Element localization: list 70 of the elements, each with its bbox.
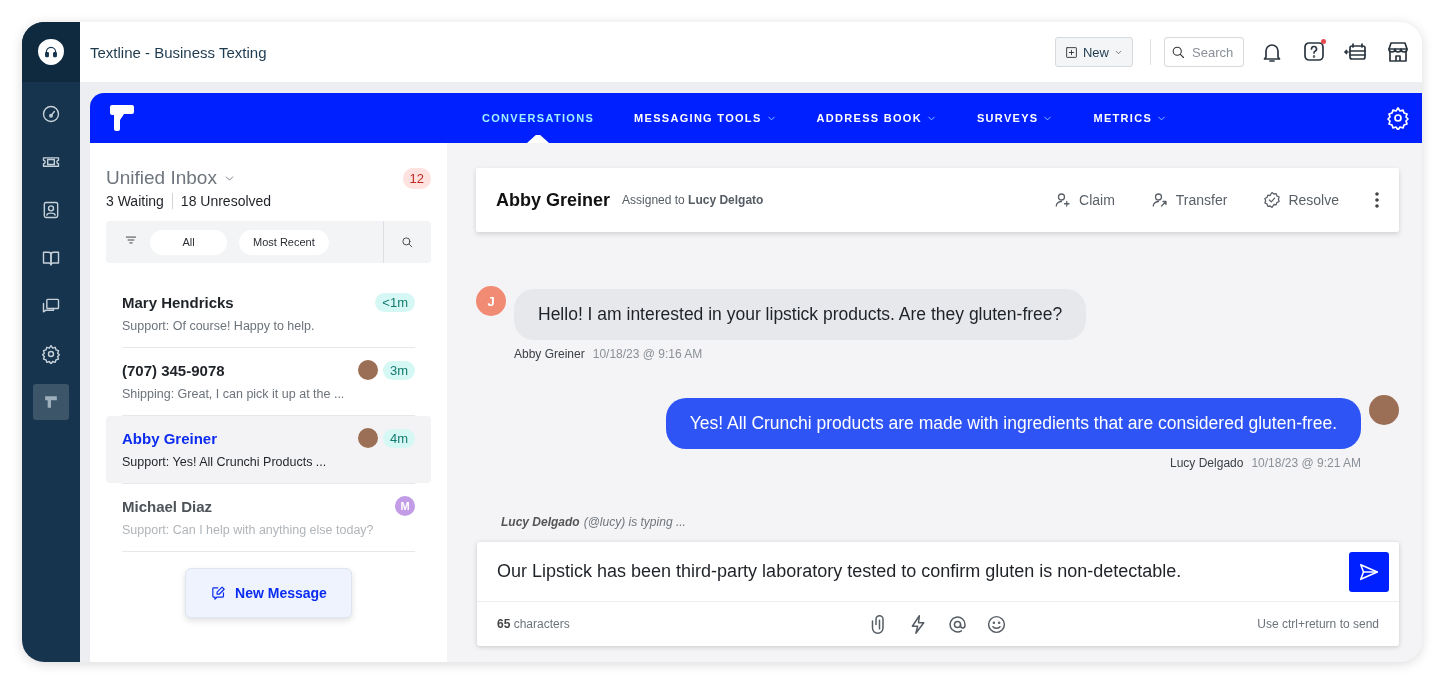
- message-preview: Shipping: Great, I can pick it up at the ...: [122, 387, 346, 401]
- action-button[interactable]: Claim: [1054, 191, 1115, 209]
- t-logo-icon: [110, 105, 134, 131]
- message-time: 10/18/23 @ 9:21 AM: [1251, 456, 1361, 470]
- nav-tab[interactable]: CONVERSATIONS: [482, 93, 595, 143]
- filter-chip[interactable]: All: [150, 229, 227, 255]
- contact-name: Michael Diaz: [122, 497, 214, 515]
- count-badge: 12: [402, 167, 431, 189]
- gauge-icon: [41, 104, 61, 124]
- contact-name: Mary Hendricks: [122, 294, 235, 311]
- storefront-icon[interactable]: [1386, 40, 1410, 64]
- person-plus-icon: [1054, 191, 1072, 209]
- send-button[interactable]: [1349, 551, 1389, 592]
- time-badge: 4m: [382, 428, 415, 448]
- contact-name: Abby Greiner: [496, 189, 611, 211]
- conversation-item[interactable]: Abby Greiner 4m Support: Yes! All Crunchi Products ...: [106, 416, 431, 483]
- action-button[interactable]: Transfer: [1150, 191, 1228, 209]
- smiley-icon[interactable]: [986, 613, 1007, 635]
- message-bubble: Hello! I am interested in your lipstick products. Are they gluten-free?: [514, 289, 1087, 340]
- headset-logo-icon: [38, 39, 64, 65]
- inbox-dropdown[interactable]: Unified Inbox: [106, 167, 236, 189]
- unresolved-count: 18 Unresolved: [180, 193, 272, 209]
- message-bubble: Yes! All Crunchi products are made with ingredients that are considered gluten-free.: [665, 398, 1361, 449]
- waiting-count: 3 Waiting: [106, 193, 164, 209]
- compose-icon: [210, 584, 228, 602]
- avatar-initial: J: [476, 286, 506, 316]
- filter-chip[interactable]: Most Recent: [239, 229, 329, 255]
- window-title: Textline - Business Texting: [90, 43, 268, 61]
- message-preview: Support: Of course! Happy to help.: [122, 319, 316, 333]
- filter-icon[interactable]: [124, 233, 138, 247]
- at-sign-icon[interactable]: [947, 613, 968, 635]
- new-message-button[interactable]: New Message: [185, 568, 352, 618]
- conversation-item[interactable]: Mary Hendricks <1m Support: Of course! Happy to help.: [106, 281, 431, 347]
- contact-name: Abby Greiner: [122, 429, 219, 447]
- more-icon[interactable]: [1375, 192, 1379, 208]
- search-field[interactable]: Search: [1164, 37, 1244, 67]
- action-button[interactable]: Resolve: [1263, 191, 1339, 209]
- plus-square-icon: [1065, 45, 1078, 59]
- person-arrow-icon: [1150, 191, 1169, 209]
- book-icon: [41, 248, 61, 268]
- typing-indicator: Lucy Delgado (@lucy) is typing ...: [501, 515, 687, 529]
- character-count: 65 characters: [497, 617, 570, 631]
- time-badge: <1m: [375, 293, 415, 312]
- check-badge-icon: [1263, 191, 1282, 209]
- settings-icon: [41, 344, 61, 364]
- conversation-item[interactable]: (707) 345-9078 3m Shipping: Great, I can pick it up at the ...: [106, 348, 431, 415]
- search-icon: [1171, 45, 1186, 60]
- time-badge: 3m: [382, 360, 415, 380]
- avatar-photo: [357, 360, 378, 380]
- contact-name: (707) 345-9078: [122, 361, 226, 379]
- settings-icon[interactable]: [1386, 106, 1410, 130]
- sender-name: Abby Greiner: [514, 347, 585, 361]
- nav-tab[interactable]: METRICS: [1093, 93, 1168, 143]
- nav-tab[interactable]: ADDRESS BOOK: [816, 93, 937, 143]
- avatar-initial: M: [395, 496, 415, 516]
- avatar-photo: [1369, 395, 1399, 425]
- message-preview: Support: Yes! All Crunchi Products ...: [122, 455, 328, 469]
- sidebar-item[interactable]: [33, 384, 69, 420]
- sender-name: Lucy Delgado: [1170, 456, 1244, 470]
- nav-tab[interactable]: MESSAGING TOOLS: [634, 93, 777, 143]
- send-hint: Use ctrl+return to send: [1256, 617, 1379, 631]
- chat-icon: [41, 296, 61, 316]
- avatar-photo: [357, 428, 378, 448]
- help-icon[interactable]: [1302, 40, 1326, 64]
- nav-tab[interactable]: SURVEYS: [977, 93, 1054, 143]
- contact-card-icon: [41, 200, 61, 220]
- message-time: 10/18/23 @ 9:16 AM: [592, 347, 703, 361]
- search-icon[interactable]: [401, 235, 414, 249]
- new-button[interactable]: New: [1055, 37, 1133, 67]
- assigned-to: Assigned to Lucy Delgato: [622, 193, 765, 207]
